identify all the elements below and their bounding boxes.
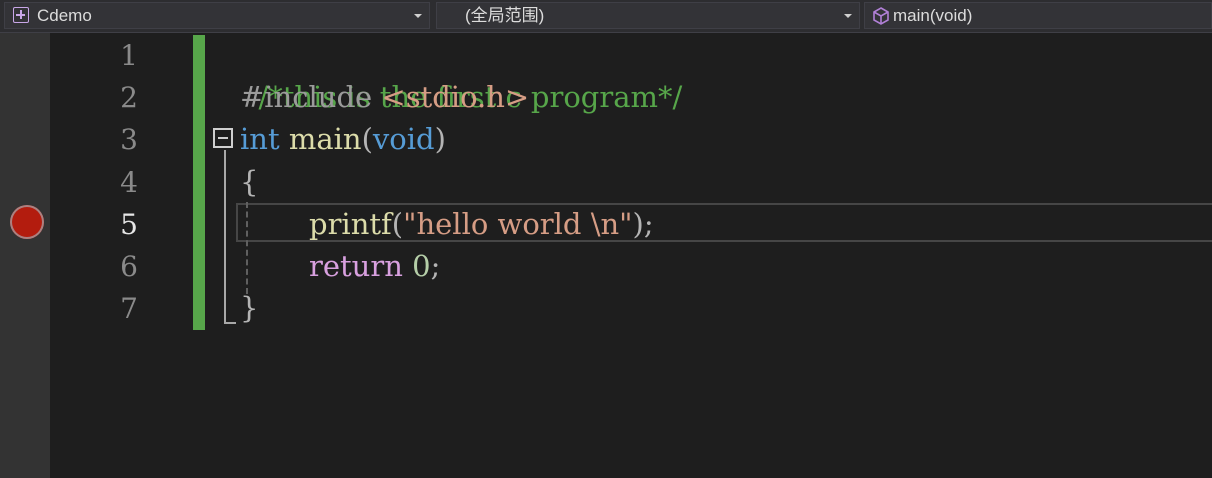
breakpoint-icon[interactable] [10,205,44,239]
semicolon: ; [430,249,441,283]
glyph-margin[interactable] [0,33,50,478]
member-name: main(void) [893,6,973,25]
outline-fold-end [224,322,236,324]
preprocessor-directive: #include [240,80,382,114]
paren-open: ( [361,122,373,156]
change-tracking-bar [193,35,205,330]
string-literal: "hello world \n" [403,207,633,241]
line-number: 6 [120,250,138,283]
include-header: <stdio.h> [381,80,530,114]
outline-fold-line [224,150,226,324]
current-line-number: 5 [120,208,138,241]
collapse-toggle-icon[interactable] [213,128,233,148]
line-number: 2 [120,81,138,114]
navigation-bar: Cdemo (全局范围) main(void) [0,0,1212,33]
paren-open: ( [391,207,404,241]
paren-close: ) [434,122,446,156]
function-name: main [288,122,362,156]
return-type: int [240,122,280,156]
number-literal: 0 [412,249,431,283]
line-number: 7 [120,292,138,325]
return-keyword: return [309,249,403,283]
member-dropdown[interactable]: main(void) [864,2,1212,29]
line-number: 4 [120,166,138,199]
project-name: Cdemo [37,6,92,25]
close-brace: } [240,291,259,325]
scope-dropdown[interactable]: (全局范围) [436,2,860,29]
chevron-down-icon [844,14,852,18]
code-line-7[interactable]: } [240,287,258,329]
code-line-4[interactable]: { [240,161,258,203]
code-line-6[interactable]: return 0; [309,245,440,287]
code-line-5[interactable]: printf("hello world \n"); [309,203,654,245]
chevron-down-icon [414,14,422,18]
open-brace: { [240,165,259,199]
code-line-3[interactable]: int main(void) [240,118,446,160]
line-number-gutter: 1 2 3 4 5 6 7 [50,33,190,478]
method-cube-icon [873,7,889,25]
code-line-1[interactable]: /*this is the first c program*/ [240,34,682,114]
project-dropdown[interactable]: Cdemo [4,2,430,29]
param-keyword: void [372,122,435,156]
scope-name: (全局范围) [465,6,545,25]
cpp-project-icon [13,7,29,23]
function-call: printf [309,207,392,241]
code-line-2[interactable]: #include <stdio.h> [240,76,529,118]
indent-guide [246,202,248,294]
line-number: 1 [120,39,138,72]
line-number: 3 [120,123,138,156]
paren-close-semicolon: ); [632,207,654,241]
